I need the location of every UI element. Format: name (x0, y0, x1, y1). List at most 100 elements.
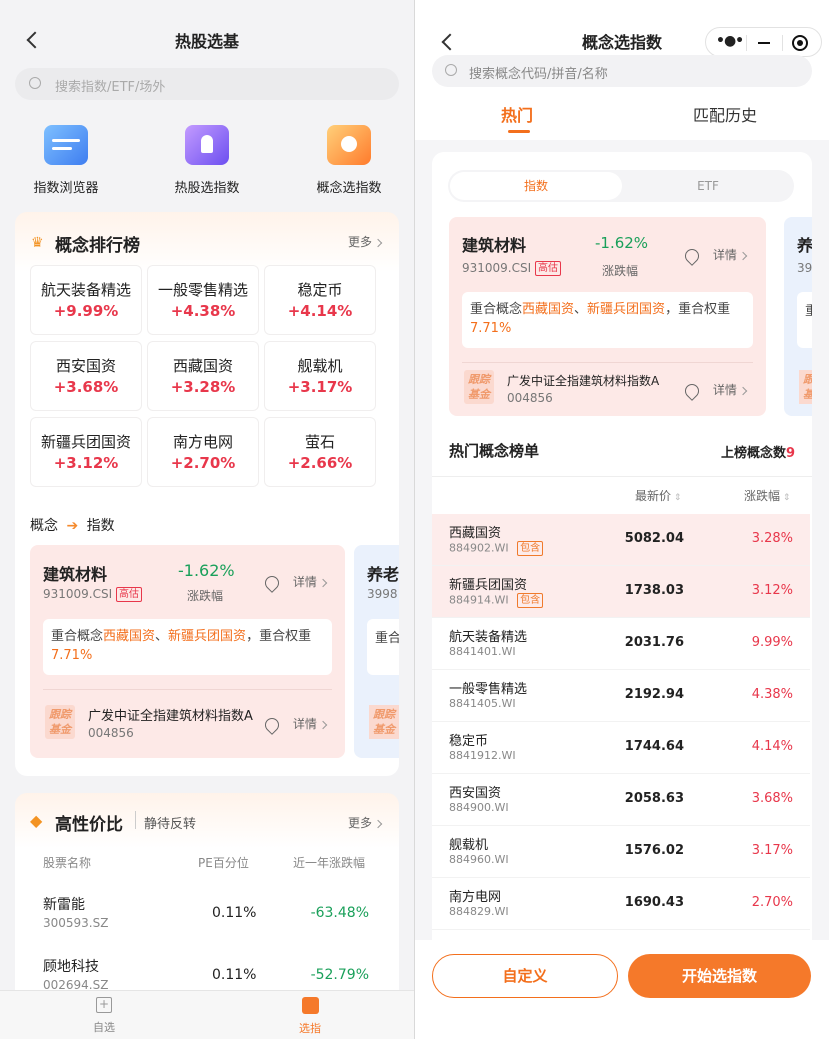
chevron-right-icon (373, 238, 383, 247)
index-name: 养老 (367, 565, 399, 584)
pie-chart-icon (327, 125, 371, 165)
tile-name: 西安国资 (55, 357, 116, 375)
fund-detail-link[interactable]: 详情 (682, 380, 748, 401)
concept-name: 稳定币 (449, 734, 489, 749)
minimize-icon[interactable] (758, 42, 770, 44)
segment-etf[interactable]: ETF (622, 172, 794, 200)
fund-detail-link[interactable]: 详情 (262, 714, 328, 735)
yearly-change: -63.48% (310, 905, 369, 921)
concept-row[interactable]: 舰载机 884960.WI 1576.02 3.17% (432, 826, 810, 878)
concept-row[interactable]: 南方电网 884829.WI 1690.43 2.70% (432, 878, 810, 930)
section-subtitle: 静待反转 (144, 817, 197, 832)
tile-pct: +3.28% (170, 378, 236, 396)
tile-name: 萤石 (304, 433, 335, 451)
detail-label: 详情 (712, 248, 737, 262)
concept-change: 4.14% (751, 739, 793, 754)
concept-change: 3.17% (751, 843, 793, 858)
ranking-tile[interactable]: 稳定币 +4.14% (264, 265, 376, 335)
fund-code: 004856 (88, 726, 134, 740)
concept-row[interactable]: 航天装备精选 8841401.WI 2031.76 9.99% (432, 618, 810, 670)
tab-label: 选指 (299, 1022, 321, 1035)
more-label: 更多 (347, 235, 372, 249)
more-label: 更多 (347, 816, 372, 830)
more-link[interactable]: 更多 (347, 814, 383, 831)
contains-badge: 包含 (517, 593, 544, 608)
ranking-tile[interactable]: 西安国资 +3.68% (30, 341, 142, 411)
overlap-box: 重 (797, 292, 812, 348)
sort-change[interactable]: 涨跌幅 ⇕ (744, 487, 790, 504)
heart-icon[interactable] (682, 380, 702, 401)
overlap-box: 重合概念西藏国资、新疆兵团国资，重合权重 7.71% (43, 619, 332, 675)
section-title: 高性价比 (55, 815, 123, 835)
concept-change: 9.99% (751, 635, 793, 650)
concept-index-page: 概念选指数 •●• 搜索概念代码/拼音/名称 热门 匹配历史 指数 ETF 建筑… (415, 0, 829, 1039)
concept-row[interactable]: 一般零售精选 8841405.WI 2192.94 4.38% (432, 670, 810, 722)
count-label: 上榜概念数 (720, 446, 786, 461)
quick-label: 指数浏览器 (33, 181, 99, 196)
concept-row[interactable]: 西藏国资 884902.WI 包含 5082.04 3.28% (432, 514, 810, 566)
concept-row[interactable]: 西安国资 884900.WI 2058.63 3.68% (432, 774, 810, 826)
tab-bar: + 自选 选指 (0, 990, 414, 1039)
detail-link[interactable]: 详情 (682, 245, 748, 266)
custom-button[interactable]: 自定义 (432, 954, 618, 998)
list-window-icon (44, 125, 88, 165)
quick-hot-stock-index[interactable]: 热股选指数 (166, 125, 248, 196)
chevron-right-icon (738, 251, 748, 260)
close-circle-icon[interactable] (792, 35, 808, 51)
ranking-tile[interactable]: 萤石 +2.66% (264, 417, 376, 487)
quick-concept-index[interactable]: 概念选指数 (308, 125, 390, 196)
concept-price: 2031.76 (624, 635, 684, 650)
overlap-concept: 新疆兵团国资 (168, 629, 247, 644)
concept-row[interactable]: 稳定币 8841912.WI 1744.64 4.14% (432, 722, 810, 774)
search-placeholder: 搜索指数/ETF/场外 (55, 80, 166, 95)
quick-index-browser[interactable]: 指数浏览器 (25, 125, 107, 196)
overlap-box: 重合 (367, 619, 399, 675)
concept-row[interactable]: 新疆兵团国资 884914.WI 包含 1738.03 3.12% (432, 566, 810, 618)
tab-watchlist[interactable]: + 自选 (74, 997, 134, 1035)
ranking-tile[interactable]: 一般零售精选 +4.38% (147, 265, 259, 335)
fund-name: 广发中证全指建筑材料指数A (507, 374, 660, 388)
tile-pct: +2.66% (287, 454, 353, 472)
ranking-tile[interactable]: 西藏国资 +3.28% (147, 341, 259, 411)
sort-label: 最新价 (635, 489, 672, 503)
detail-link[interactable]: 详情 (262, 572, 328, 593)
ranking-tile[interactable]: 舰载机 +3.17% (264, 341, 376, 411)
tab-history[interactable]: 匹配历史 (693, 102, 757, 126)
search-input[interactable]: 搜索概念代码/拼音/名称 (432, 55, 812, 87)
tile-pct: +3.12% (53, 454, 119, 472)
overlap-box: 重合概念西藏国资、新疆兵团国资，重合权重 7.71% (462, 292, 753, 348)
index-code: 931009.CSI (43, 587, 113, 601)
yearly-change: -52.79% (310, 967, 369, 983)
start-select-button[interactable]: 开始选指数 (628, 954, 811, 998)
tab-hot[interactable]: 热门 (501, 102, 533, 126)
section-title: 概念排行榜 (55, 236, 140, 256)
index-card[interactable]: 建筑材料 931009.CSI 高估 -1.62% 涨跌幅 详情 重合概念西藏国… (449, 217, 766, 416)
detail-label: 详情 (292, 717, 317, 731)
ranking-tile[interactable]: 新疆兵团国资 +3.12% (30, 417, 142, 487)
ranking-tile[interactable]: 南方电网 +2.70% (147, 417, 259, 487)
index-card[interactable]: 建筑材料 931009.CSI 高估 -1.62% 涨跌幅 详情 重合概念西藏国… (30, 545, 345, 758)
overlap-prefix: 重合概念 (470, 302, 523, 317)
stock-row[interactable]: 新雷能 300593.SZ 0.11% -63.48% (15, 890, 399, 952)
ranking-tile[interactable]: 航天装备精选 +9.99% (30, 265, 142, 335)
segment-index[interactable]: 指数 (450, 172, 622, 200)
index-code: 3998 (367, 587, 398, 601)
index-card-peek[interactable]: 养 39 重 跟踪基金 (784, 217, 812, 416)
overlap-weight: 7.71% (470, 321, 512, 336)
tab-select-index[interactable]: 选指 (280, 997, 340, 1036)
index-card-peek[interactable]: 养老 3998 重合 跟踪基金 (354, 545, 399, 758)
fund-name: 广发中证全指建筑材料指数A (88, 709, 253, 724)
diamond-icon: ◆ (30, 811, 43, 830)
search-icon (29, 77, 41, 89)
heart-icon[interactable] (262, 714, 282, 735)
search-input[interactable]: 搜索指数/ETF/场外 (15, 68, 399, 100)
more-link[interactable]: 更多 (347, 233, 383, 250)
heart-icon[interactable] (262, 572, 282, 593)
more-dots-icon[interactable]: •●• (716, 33, 744, 49)
search-placeholder: 搜索概念代码/拼音/名称 (469, 67, 608, 82)
heart-icon[interactable] (682, 245, 702, 266)
tile-pct: +2.70% (170, 454, 236, 472)
sort-price[interactable]: 最新价 ⇕ (635, 487, 681, 504)
concept-name: 舰载机 (449, 838, 489, 853)
concept-code: 8841401.WI (449, 645, 516, 658)
